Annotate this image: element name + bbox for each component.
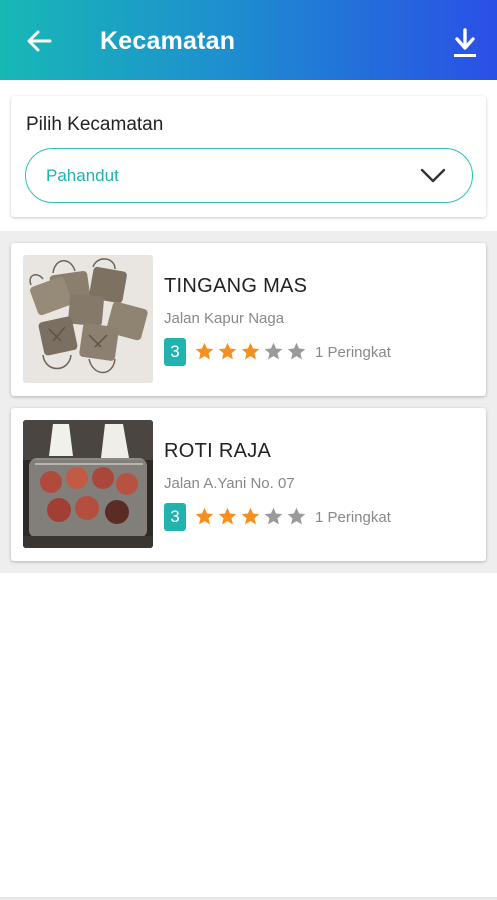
rating-badge: 3 — [164, 503, 186, 531]
download-icon — [454, 28, 476, 57]
star-filled-icon — [241, 342, 260, 360]
rating-badge: 3 — [164, 338, 186, 366]
store-name: TINGANG MAS — [164, 275, 308, 297]
star-filled-icon — [195, 342, 214, 360]
store-card[interactable]: ROTI RAJA Jalan A.Yani No. 07 3 1 Pering… — [11, 408, 486, 561]
district-dropdown[interactable]: Pahandut — [25, 148, 473, 203]
store-address: Jalan A.Yani No. 07 — [164, 475, 295, 492]
download-button[interactable] — [448, 24, 482, 62]
star-filled-icon — [195, 507, 214, 525]
star-empty-icon — [264, 507, 283, 525]
star-filled-icon — [218, 342, 237, 360]
back-button[interactable] — [22, 24, 56, 58]
star-empty-icon — [287, 342, 306, 360]
district-filter-card: Pilih Kecamatan Pahandut — [11, 96, 486, 217]
star-empty-icon — [264, 342, 283, 360]
chevron-down-icon — [420, 168, 446, 183]
arrow-left-icon — [27, 30, 52, 52]
store-card[interactable]: TINGANG MAS Jalan Kapur Naga 3 1 Peringk… — [11, 243, 486, 396]
store-name: ROTI RAJA — [164, 440, 272, 462]
store-list: TINGANG MAS Jalan Kapur Naga 3 1 Peringk… — [0, 231, 497, 573]
store-address: Jalan Kapur Naga — [164, 310, 285, 327]
woven-bags-photo — [23, 255, 153, 383]
rating-count: 1 Peringkat — [315, 344, 391, 361]
filter-label: Pilih Kecamatan — [26, 114, 164, 135]
rating-count: 1 Peringkat — [315, 509, 391, 526]
page-title: Kecamatan — [100, 27, 236, 55]
star-empty-icon — [287, 507, 306, 525]
star-rating — [194, 506, 307, 527]
star-filled-icon — [218, 507, 237, 525]
app-bar: Kecamatan — [0, 0, 497, 80]
star-filled-icon — [241, 507, 260, 525]
dropdown-selected-value: Pahandut — [46, 166, 119, 185]
star-rating — [194, 341, 307, 362]
bread-pastries-photo — [23, 420, 153, 548]
